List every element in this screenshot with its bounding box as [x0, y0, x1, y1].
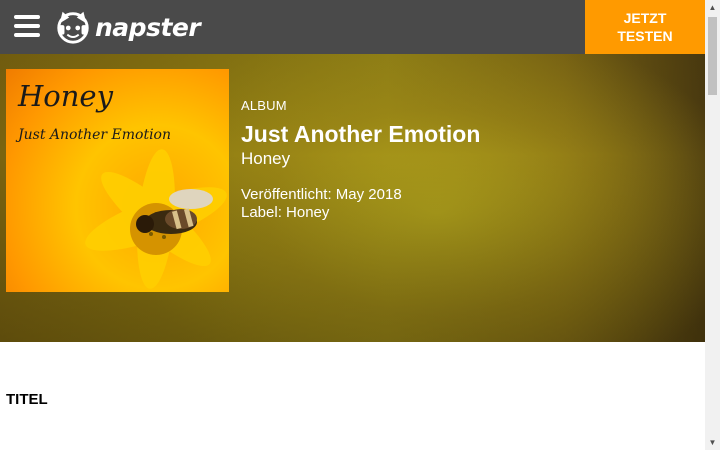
album-hero: Honey Just Another Emotion ALBUM Just An…: [0, 54, 705, 342]
cover-subtitle: Just Another Emotion: [18, 127, 171, 143]
top-bar: napster JETZT TESTEN: [0, 0, 705, 54]
album-title: Just Another Emotion: [241, 121, 481, 147]
album-release-date: Veröffentlicht: May 2018: [241, 186, 402, 203]
album-meta: ALBUM Just Another Emotion Honey Veröffe…: [241, 98, 480, 221]
napster-logo[interactable]: napster: [54, 8, 201, 46]
scroll-down-arrow-icon[interactable]: ▼: [705, 435, 720, 450]
scrollbar[interactable]: ▲ ▼: [705, 0, 720, 450]
album-label: Label: Honey: [241, 204, 330, 221]
hamburger-menu-icon[interactable]: [14, 15, 40, 37]
brand-name: napster: [95, 12, 201, 42]
napster-cat-headphones-icon: [57, 11, 89, 44]
try-now-button[interactable]: JETZT TESTEN: [585, 0, 705, 54]
scroll-up-arrow-icon[interactable]: ▲: [705, 0, 720, 15]
album-cover: Honey Just Another Emotion: [6, 69, 229, 292]
album-type: ALBUM: [241, 98, 287, 113]
scrollbar-thumb[interactable]: [708, 17, 717, 95]
tracks-section-title: TITEL: [6, 391, 48, 408]
album-artist[interactable]: Honey: [241, 149, 480, 169]
cover-title: Honey: [18, 79, 113, 113]
